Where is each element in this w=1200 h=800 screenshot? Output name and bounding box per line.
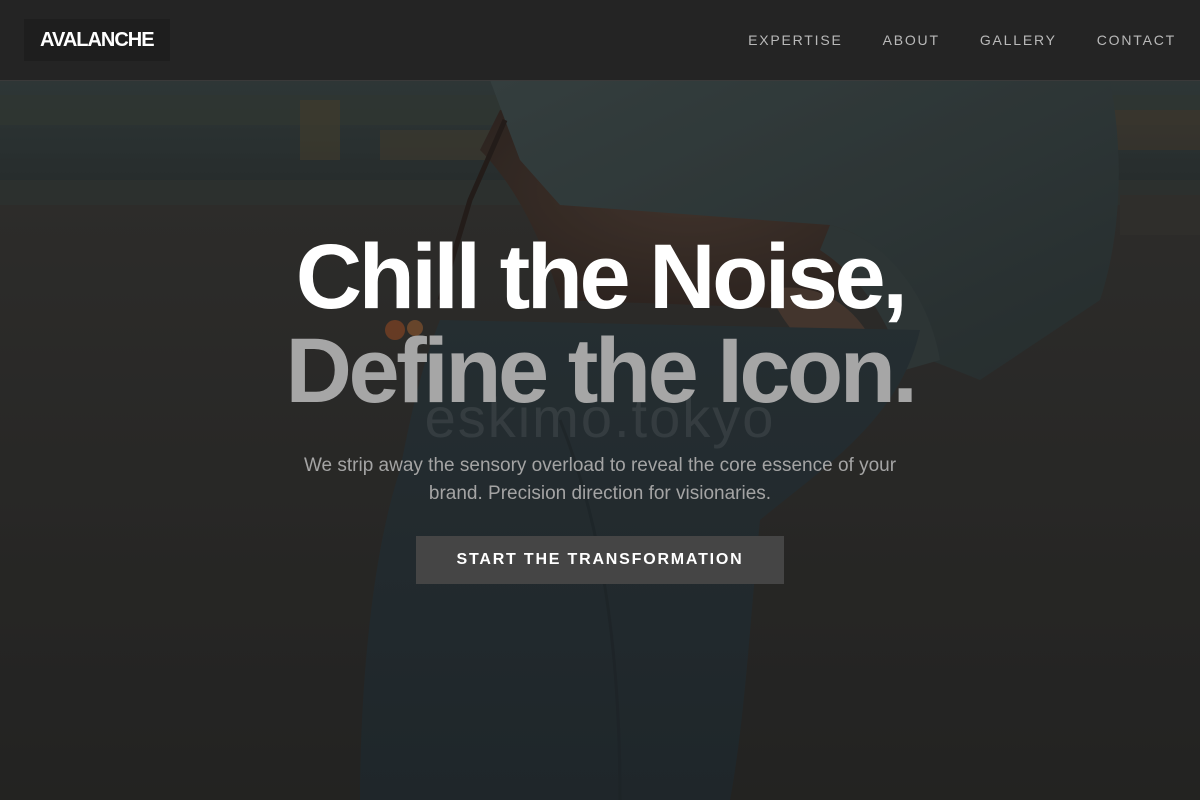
hero-section: Chill the Noise, Define the Icon. We str… [0,230,1200,584]
top-navigation-bar: AVALANCHE EXPERTISE ABOUT GALLERY CONTAC… [0,0,1200,81]
hero-headline-line-1: Chill the Noise, [295,226,908,328]
nav-link-about[interactable]: ABOUT [883,32,940,48]
hero-headline-line-2: Define the Icon. [285,320,918,422]
nav-links: EXPERTISE ABOUT GALLERY CONTACT [748,32,1176,48]
nav-link-expertise[interactable]: EXPERTISE [748,32,843,48]
brand-logo[interactable]: AVALANCHE [24,19,170,61]
hero-subtext: We strip away the sensory overload to re… [303,455,897,504]
hero-headline: Chill the Noise, Define the Icon. [0,230,1200,418]
start-transformation-button[interactable]: START THE TRANSFORMATION [416,536,784,584]
landing-page: AVALANCHE EXPERTISE ABOUT GALLERY CONTAC… [0,0,1200,800]
nav-link-contact[interactable]: CONTACT [1097,32,1176,48]
nav-link-gallery[interactable]: GALLERY [980,32,1057,48]
